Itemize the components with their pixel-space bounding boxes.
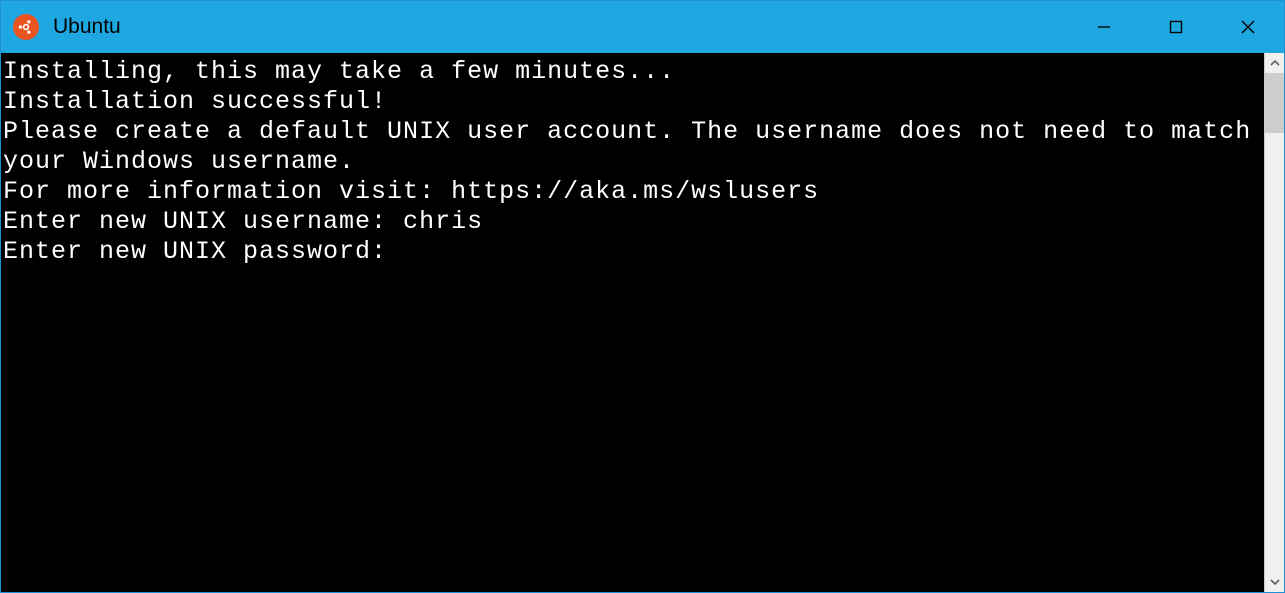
title-bar[interactable]: Ubuntu [1,1,1284,53]
close-button[interactable] [1212,1,1284,53]
maximize-button[interactable] [1140,1,1212,53]
scroll-up-button[interactable] [1265,53,1284,73]
client-area: Installing, this may take a few minutes.… [1,53,1284,592]
terminal-line: Enter new UNIX password: [3,237,387,266]
terminal-line: Enter new UNIX username: chris [3,207,483,236]
ubuntu-logo-icon [13,14,39,40]
terminal-line: Installing, this may take a few minutes.… [3,57,675,86]
chevron-up-icon [1269,57,1281,69]
ubuntu-logo-svg [17,18,35,36]
minimize-icon [1096,19,1112,35]
terminal-line: Installation successful! [3,87,387,116]
window-controls [1068,1,1284,53]
close-icon [1240,19,1256,35]
window-title: Ubuntu [53,15,121,39]
chevron-down-icon [1269,576,1281,588]
minimize-button[interactable] [1068,1,1140,53]
terminal-output[interactable]: Installing, this may take a few minutes.… [1,53,1264,592]
terminal-line: Please create a default UNIX user accoun… [3,117,1264,176]
maximize-icon [1168,19,1184,35]
vertical-scrollbar[interactable] [1264,53,1284,592]
scrollbar-thumb[interactable] [1265,73,1284,133]
scroll-down-button[interactable] [1265,572,1284,592]
terminal-line: For more information visit: https://aka.… [3,177,819,206]
app-window: Ubuntu Installing, this may take a few m… [0,0,1285,593]
scrollbar-track[interactable] [1265,73,1284,572]
